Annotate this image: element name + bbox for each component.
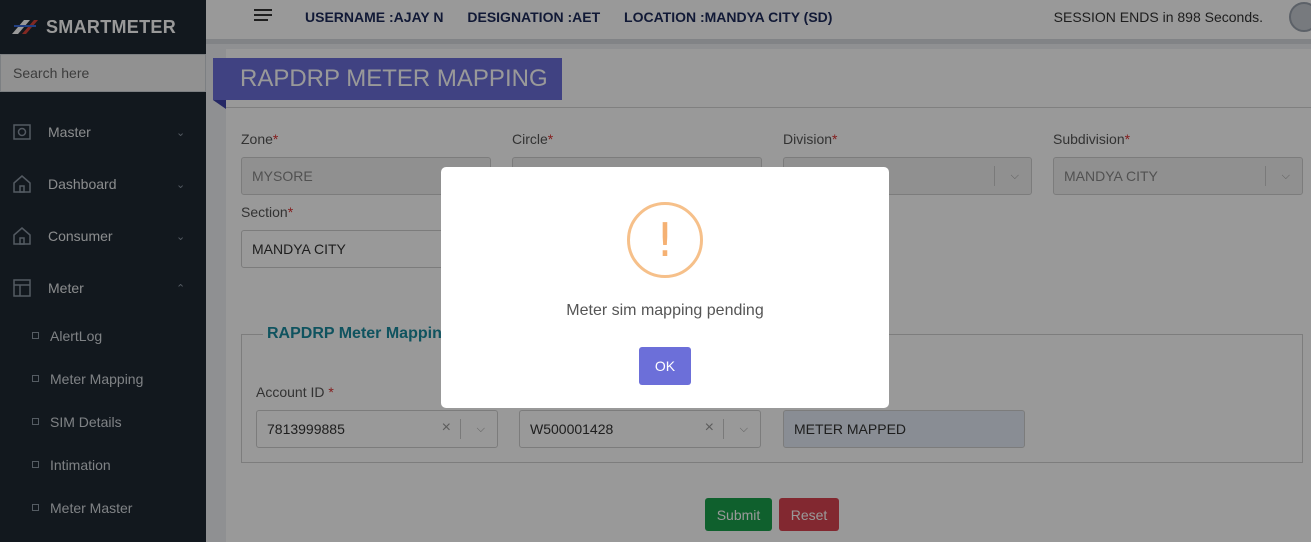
ok-button[interactable]: OK xyxy=(639,347,691,385)
warning-icon: ! xyxy=(627,202,703,278)
alert-dialog: ! Meter sim mapping pending OK xyxy=(441,167,889,408)
alert-message: Meter sim mapping pending xyxy=(566,302,764,319)
